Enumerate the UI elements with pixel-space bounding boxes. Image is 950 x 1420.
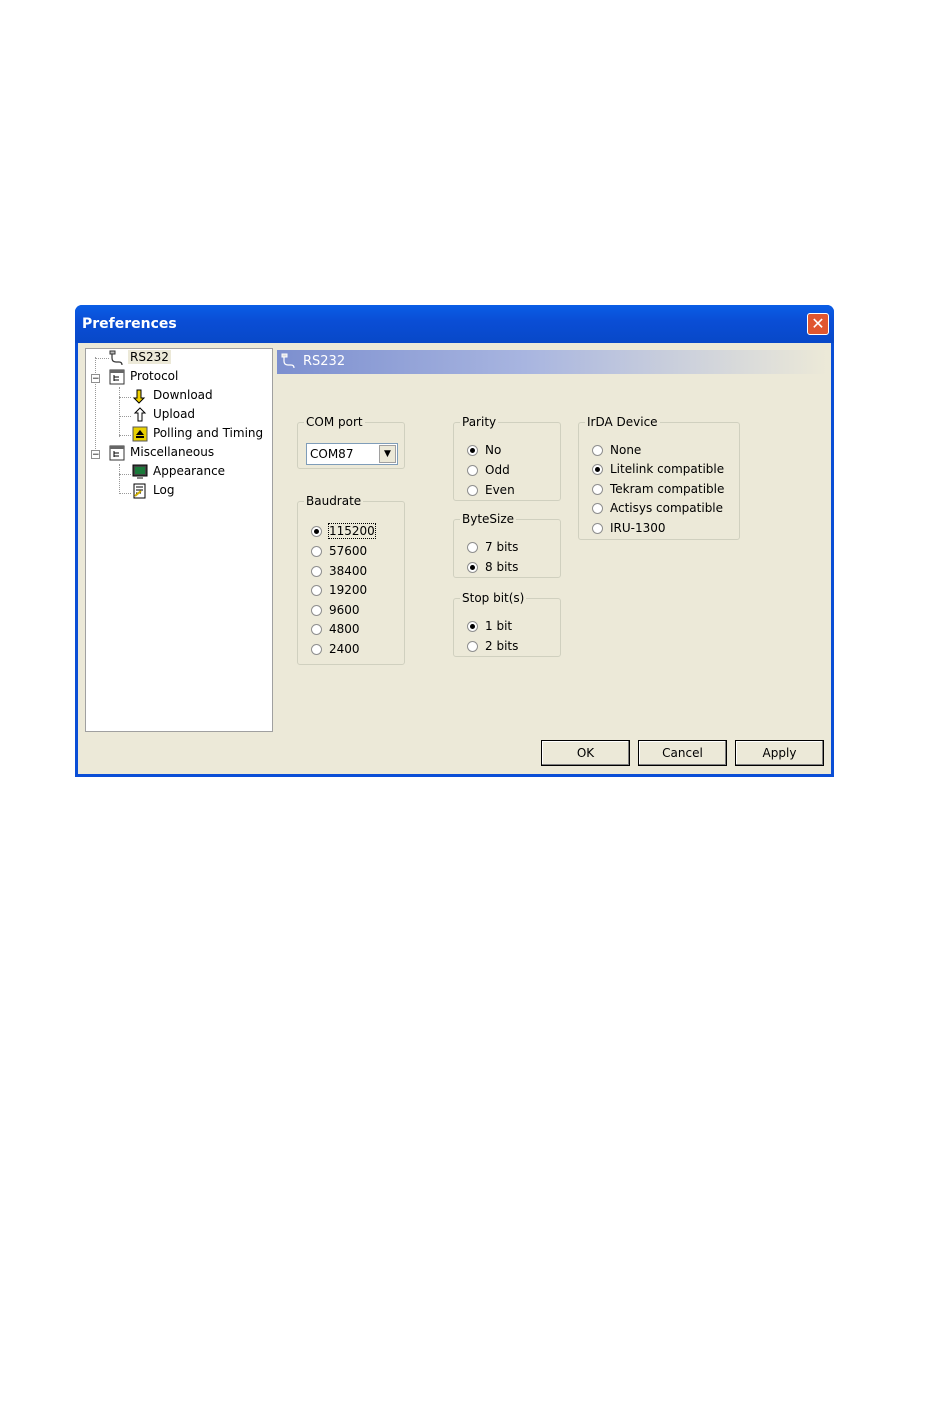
baud-115200-radio[interactable]: 115200 [311, 523, 376, 539]
radio-dot [467, 445, 478, 456]
parity-legend: Parity [462, 415, 497, 429]
stop-bits-1-radio[interactable]: 1 bit [467, 618, 512, 634]
upload-arrow-icon [132, 406, 148, 423]
radio-dot [592, 445, 603, 456]
apply-button[interactable]: Apply [735, 740, 824, 766]
bytesize-8-bits-radio[interactable]: 8 bits [467, 559, 518, 575]
com-port-group: COM port COM87 ▼ [297, 415, 405, 469]
parity-even-radio[interactable]: Even [467, 482, 515, 498]
tree-item-upload[interactable]: Upload [132, 406, 197, 423]
baud-57600-radio[interactable]: 57600 [311, 543, 367, 559]
bytesize-group: ByteSize 7 bits 8 bits [453, 512, 561, 578]
cancel-button[interactable]: Cancel [638, 740, 727, 766]
irda-tekram-radio[interactable]: Tekram compatible [592, 481, 724, 497]
radio-dot [311, 526, 322, 537]
serial-cable-icon [109, 350, 125, 366]
radio-dot [311, 546, 322, 557]
irda-none-radio[interactable]: None [592, 442, 641, 458]
stop-bits-group: Stop bit(s) 1 bit 2 bits [453, 591, 561, 657]
tree-item-polling-and-timing[interactable]: Polling and Timing [132, 425, 265, 442]
bytesize-legend: ByteSize [462, 512, 515, 526]
chevron-down-icon[interactable]: ▼ [379, 445, 396, 463]
serial-cable-icon [281, 353, 297, 372]
com-port-select[interactable]: COM87 ▼ [306, 443, 398, 465]
eject-icon [132, 426, 148, 442]
title-bar[interactable]: Preferences ✕ [75, 305, 834, 343]
com-port-legend: COM port [306, 415, 363, 429]
page-title: RS232 [303, 354, 346, 369]
log-icon [132, 483, 148, 499]
tree-item-appearance[interactable]: Appearance [132, 463, 227, 480]
tree-item-protocol[interactable]: Protocol [109, 368, 180, 385]
radio-dot [592, 484, 603, 495]
tree-item-miscellaneous[interactable]: Miscellaneous [109, 444, 216, 461]
radio-dot [592, 503, 603, 514]
radio-dot [311, 605, 322, 616]
radio-dot [592, 464, 603, 475]
tree-item-rs232[interactable]: RS232 [109, 349, 171, 366]
tree-item-log[interactable]: Log [132, 482, 176, 499]
protocol-collapse-toggle[interactable]: − [91, 374, 100, 384]
irda-litelink-radio[interactable]: Litelink compatible [592, 461, 724, 477]
radio-dot [311, 566, 322, 577]
baud-2400-radio[interactable]: 2400 [311, 641, 360, 657]
radio-dot [467, 641, 478, 652]
radio-dot [467, 621, 478, 632]
parity-no-radio[interactable]: No [467, 442, 501, 458]
radio-dot [467, 542, 478, 553]
bytesize-7-bits-radio[interactable]: 7 bits [467, 539, 518, 555]
baud-4800-radio[interactable]: 4800 [311, 621, 360, 637]
page-header: RS232 [277, 350, 827, 374]
parity-group: Parity No Odd Even [453, 415, 561, 501]
preferences-dialog: Preferences ✕ − − RS232 Protocol Downloa… [75, 305, 834, 777]
tree-item-download[interactable]: Download [132, 387, 215, 404]
irda-device-group: IrDA Device None Litelink compatible Tek… [578, 415, 740, 540]
radio-dot [467, 465, 478, 476]
download-arrow-icon [132, 388, 148, 404]
radio-dot [467, 562, 478, 573]
preferences-tree: − − RS232 Protocol Download Upload Polli… [85, 348, 273, 732]
radio-dot [592, 523, 603, 534]
baud-38400-radio[interactable]: 38400 [311, 563, 367, 579]
radio-dot [311, 624, 322, 635]
stop-bits-legend: Stop bit(s) [462, 591, 525, 605]
baud-19200-radio[interactable]: 19200 [311, 582, 367, 598]
monitor-icon [132, 464, 148, 480]
ok-button[interactable]: OK [541, 740, 630, 766]
close-button[interactable]: ✕ [807, 313, 829, 335]
miscellaneous-collapse-toggle[interactable]: − [91, 450, 100, 460]
irda-device-legend: IrDA Device [587, 415, 658, 429]
irda-iru-1300-radio[interactable]: IRU-1300 [592, 520, 666, 536]
protocol-icon [109, 369, 125, 385]
radio-dot [467, 485, 478, 496]
dialog-client-area: − − RS232 Protocol Download Upload Polli… [78, 343, 831, 774]
com-port-value: COM87 [310, 447, 354, 461]
irda-actisys-radio[interactable]: Actisys compatible [592, 500, 723, 516]
stop-bits-2-radio[interactable]: 2 bits [467, 638, 518, 654]
baudrate-legend: Baudrate [306, 494, 362, 508]
parity-odd-radio[interactable]: Odd [467, 462, 510, 478]
window-title: Preferences [82, 316, 177, 332]
baud-9600-radio[interactable]: 9600 [311, 602, 360, 618]
radio-dot [311, 585, 322, 596]
radio-dot [311, 644, 322, 655]
misc-icon [109, 445, 125, 461]
baudrate-group: Baudrate 115200 57600 38400 19200 9600 4… [297, 494, 405, 665]
